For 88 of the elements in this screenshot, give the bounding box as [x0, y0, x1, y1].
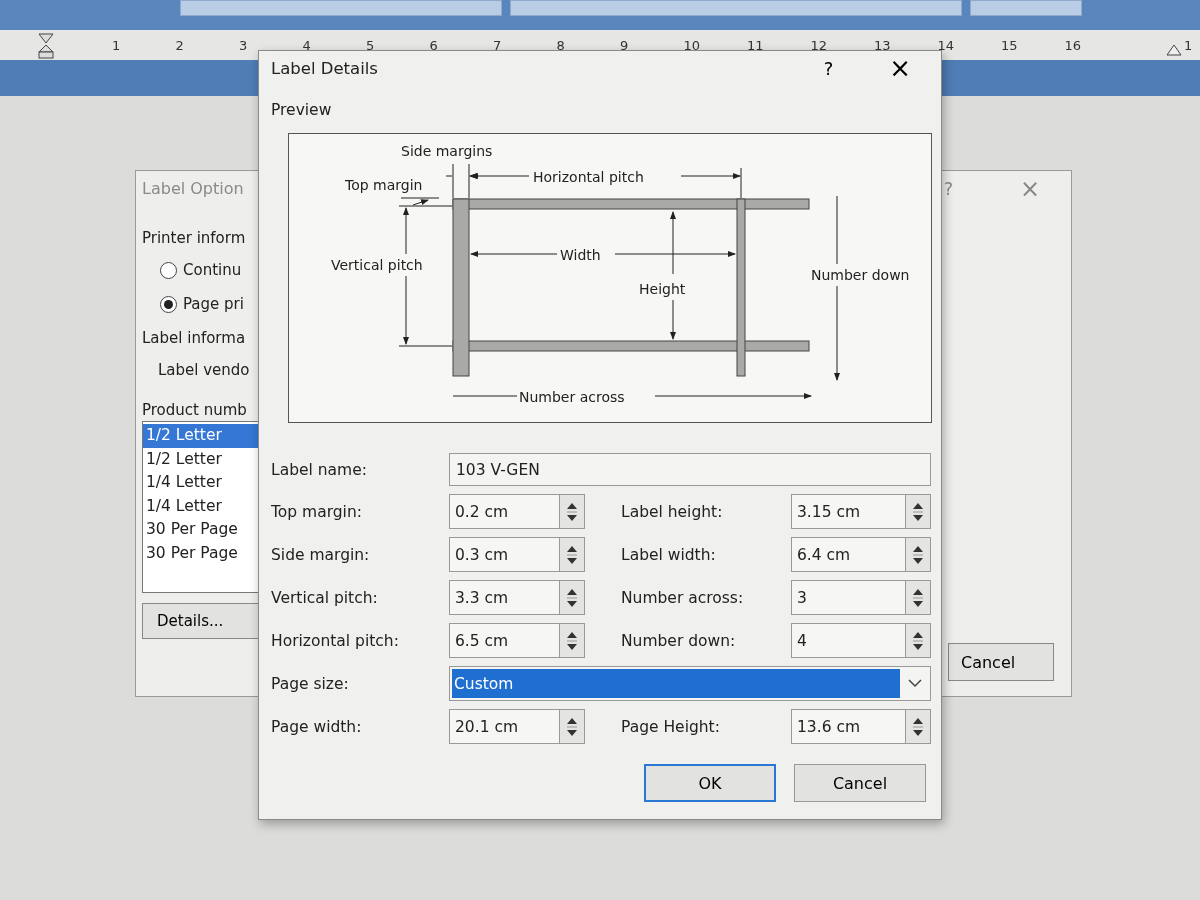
- radio-button[interactable]: [160, 295, 177, 313]
- section-label: Label informa: [142, 329, 247, 347]
- field-label: Number across:: [620, 588, 745, 607]
- ruler-number: 4: [302, 37, 312, 53]
- cancel-button[interactable]: Cancel: [794, 764, 926, 802]
- radio-label[interactable]: Continu: [183, 261, 242, 279]
- spin-buttons[interactable]: [559, 580, 585, 615]
- field-label: Page width:: [271, 717, 363, 736]
- top-margin-arrow: [400, 197, 440, 206]
- diagram-label: Number down: [811, 267, 910, 283]
- spin-buttons[interactable]: [559, 494, 585, 529]
- list-item[interactable]: 1/2 Letter: [143, 447, 258, 471]
- field-label: Label name:: [271, 460, 368, 479]
- field-label: Label width:: [620, 545, 717, 564]
- list-item[interactable]: 30 Per Page: [143, 541, 258, 565]
- spin-buttons[interactable]: [559, 537, 585, 572]
- diagram-label: Vertical pitch: [331, 257, 423, 273]
- field-label: Page size:: [271, 674, 350, 693]
- diagram-label: Side margins: [401, 143, 493, 159]
- ruler-number: 3: [239, 37, 249, 53]
- ruler-number: 1: [1184, 37, 1193, 53]
- spin-buttons[interactable]: [905, 494, 931, 529]
- diagram-label: Height: [639, 281, 686, 297]
- number-field[interactable]: 0.2 cm: [449, 494, 559, 529]
- page-size-dropdown[interactable]: Custom: [449, 666, 931, 701]
- field-label: Page Height:: [620, 717, 721, 736]
- details-button[interactable]: Details...: [142, 603, 259, 639]
- caret-icon: [908, 679, 922, 688]
- ruler-number: 9: [620, 37, 630, 53]
- ruler-number: 5: [366, 37, 376, 53]
- field-label: Label height:: [620, 502, 724, 521]
- diagram-label: Top margin: [345, 177, 423, 193]
- ruler-number: 8: [556, 37, 566, 53]
- list-item[interactable]: 1/4 Letter: [143, 471, 258, 495]
- list-item[interactable]: 1/4 Letter: [143, 494, 258, 518]
- field-label: Vertical pitch:: [271, 588, 379, 607]
- number-field[interactable]: 0.3 cm: [449, 537, 559, 572]
- list-item[interactable]: 30 Per Page: [143, 518, 258, 542]
- spin-buttons[interactable]: [559, 623, 585, 658]
- number-field[interactable]: 3: [791, 580, 905, 615]
- spin-buttons[interactable]: [905, 623, 931, 658]
- section-label: Preview: [271, 101, 333, 119]
- spin-buttons[interactable]: [559, 709, 585, 744]
- indent-marker-icon[interactable]: [38, 33, 54, 59]
- radio-label[interactable]: Page pri: [183, 295, 244, 313]
- ruler-number: 10: [683, 37, 702, 53]
- text-field[interactable]: 103 V-GEN: [449, 453, 931, 486]
- diagram-label: Width: [560, 247, 601, 263]
- spin-buttons[interactable]: [905, 580, 931, 615]
- radio-button[interactable]: [160, 261, 177, 279]
- ruler-number: 7: [493, 37, 503, 53]
- dialog-title: Label Option: [142, 179, 244, 198]
- spin-buttons[interactable]: [905, 537, 931, 572]
- number-field[interactable]: 4: [791, 623, 905, 658]
- ruler-number: 15: [1001, 37, 1019, 53]
- field-label: Label vendo: [158, 361, 251, 379]
- ruler-number: 11: [747, 37, 765, 53]
- ruler-number: 13: [874, 37, 892, 53]
- field-label: Horizontal pitch:: [271, 631, 400, 650]
- number-field[interactable]: 6.4 cm: [791, 537, 905, 572]
- ruler-number: 12: [810, 37, 829, 53]
- diagram-label: Number across: [519, 389, 625, 405]
- field-label: Top margin:: [271, 502, 363, 521]
- ruler-number: 6: [429, 37, 439, 53]
- ruler-number: 2: [175, 37, 185, 53]
- field-label: Side margin:: [271, 545, 371, 564]
- ruler-number: 1: [112, 37, 122, 53]
- number-field[interactable]: 13.6 cm: [791, 709, 905, 744]
- cancel-button[interactable]: Cancel: [948, 643, 1054, 681]
- product-list[interactable]: 1/2 Letter 1/2 Letter 1/4 Letter 1/4 Letter 30 Per Page 30 Per Page: [142, 421, 259, 593]
- number-field[interactable]: 3.15 cm: [791, 494, 905, 529]
- list-item[interactable]: 1/2 Letter: [143, 424, 258, 448]
- ruler-number: 16: [1064, 37, 1083, 53]
- close-button[interactable]: ×: [885, 53, 915, 83]
- dialog-title: Label Details: [271, 58, 379, 78]
- field-label: Product numb: [142, 401, 248, 419]
- diagram-label: Horizontal pitch: [533, 169, 644, 185]
- spin-buttons[interactable]: [905, 709, 931, 744]
- ruler-number: 14: [937, 37, 956, 53]
- number-field[interactable]: 3.3 cm: [449, 580, 559, 615]
- field-label: Number down:: [620, 631, 737, 650]
- right-indent-marker-icon[interactable]: [1166, 44, 1182, 56]
- number-field[interactable]: 20.1 cm: [449, 709, 559, 744]
- number-field[interactable]: 6.5 cm: [449, 623, 559, 658]
- help-button[interactable]: ?: [817, 56, 840, 80]
- ok-button[interactable]: OK: [644, 764, 776, 802]
- section-label: Printer inform: [142, 229, 247, 247]
- side-margin-arrow: [445, 163, 477, 199]
